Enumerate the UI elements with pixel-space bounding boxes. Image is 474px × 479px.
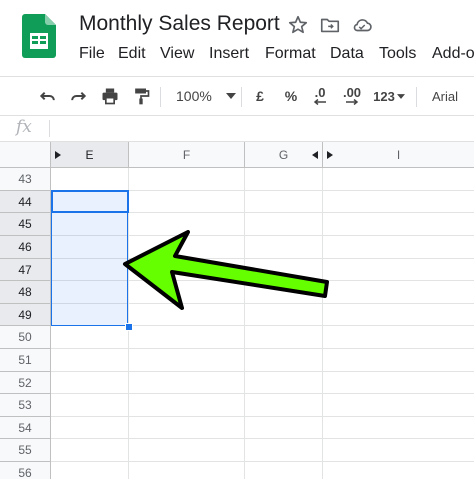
increase-decimal-label: .00	[342, 85, 362, 100]
menu-addons[interactable]: Add-o	[432, 45, 474, 63]
fill-handle[interactable]	[125, 323, 133, 331]
grid-line	[51, 371, 474, 372]
row-header-50[interactable]: 50	[0, 326, 51, 349]
cloud-status-icon[interactable]	[351, 14, 373, 36]
hidden-column-arrow-icon[interactable]	[312, 151, 318, 159]
menu-format[interactable]: Format	[265, 45, 316, 63]
column-header-e[interactable]: E	[51, 142, 129, 168]
undo-button[interactable]	[34, 77, 62, 115]
caret-down-icon	[225, 93, 236, 99]
row-header-43[interactable]: 43	[0, 168, 51, 191]
google-sheets-logo-icon[interactable]	[22, 14, 56, 58]
menu-file[interactable]: File	[79, 45, 105, 63]
select-all-corner[interactable]	[0, 142, 51, 168]
row-header-45[interactable]: 45	[0, 213, 51, 236]
percent-button[interactable]: %	[280, 77, 302, 115]
number-format-select[interactable]: 123	[369, 77, 409, 115]
hidden-column-arrow-icon[interactable]	[55, 151, 61, 159]
grid-line	[51, 438, 474, 439]
redo-icon	[71, 91, 87, 101]
green-arrow-annotation-icon	[123, 230, 329, 310]
undo-icon	[39, 91, 55, 101]
row-header-55[interactable]: 55	[0, 439, 51, 462]
redo-button[interactable]	[64, 77, 92, 115]
active-cell-e44[interactable]	[51, 190, 129, 213]
number-format-label: 123	[373, 88, 395, 104]
grid-line	[322, 168, 323, 479]
font-select[interactable]: Arial	[424, 77, 474, 115]
print-button[interactable]	[96, 77, 124, 115]
row-header-48[interactable]: 48	[0, 281, 51, 304]
row-header-47[interactable]: 47	[0, 259, 51, 281]
caret-down-icon	[396, 93, 405, 99]
column-header-f[interactable]: F	[129, 142, 245, 168]
formula-separator	[49, 120, 50, 137]
row-header-54[interactable]: 54	[0, 417, 51, 439]
zoom-value: 100%	[176, 88, 212, 104]
menu-view[interactable]: View	[160, 45, 194, 63]
row-header-51[interactable]: 51	[0, 349, 51, 372]
menu-tools[interactable]: Tools	[379, 45, 416, 63]
row-header-49[interactable]: 49	[0, 304, 51, 326]
paint-format-button[interactable]	[127, 77, 155, 115]
move-to-folder-icon[interactable]	[319, 14, 341, 36]
formula-input[interactable]	[56, 115, 466, 141]
document-title[interactable]: Monthly Sales Report	[79, 12, 280, 36]
toolbar-separator	[416, 87, 417, 107]
toolbar: 100% £ % .0 .00 123 Arial	[0, 76, 474, 116]
grid-line	[51, 416, 474, 417]
column-header-i[interactable]: I	[323, 142, 474, 168]
arrow-right-icon	[346, 99, 359, 105]
print-icon	[102, 88, 118, 105]
row-header-44[interactable]: 44	[0, 191, 51, 213]
zoom-select[interactable]: 100%	[168, 77, 236, 115]
row-header-52[interactable]: 52	[0, 372, 51, 394]
grid-line	[51, 461, 474, 462]
grid-line	[51, 348, 474, 349]
row-header-56[interactable]: 56	[0, 462, 51, 479]
grid-line	[51, 393, 474, 394]
formula-bar: fx	[0, 115, 474, 142]
menu-edit[interactable]: Edit	[118, 45, 146, 63]
toolbar-separator	[241, 87, 242, 107]
toolbar-separator	[160, 87, 161, 107]
menu-insert[interactable]: Insert	[209, 45, 249, 63]
grid-line	[244, 168, 245, 479]
hidden-column-arrow-icon[interactable]	[327, 151, 333, 159]
arrow-left-icon	[313, 99, 326, 105]
star-icon[interactable]	[287, 14, 309, 36]
fx-icon: fx	[16, 117, 32, 137]
decrease-decimal-button[interactable]: .0	[307, 77, 333, 115]
menu-data[interactable]: Data	[330, 45, 364, 63]
row-header-53[interactable]: 53	[0, 394, 51, 417]
decrease-decimal-label: .0	[314, 85, 326, 100]
paint-format-icon	[135, 88, 150, 105]
currency-button[interactable]: £	[249, 77, 271, 115]
row-header-46[interactable]: 46	[0, 236, 51, 259]
increase-decimal-button[interactable]: .00	[338, 77, 366, 115]
